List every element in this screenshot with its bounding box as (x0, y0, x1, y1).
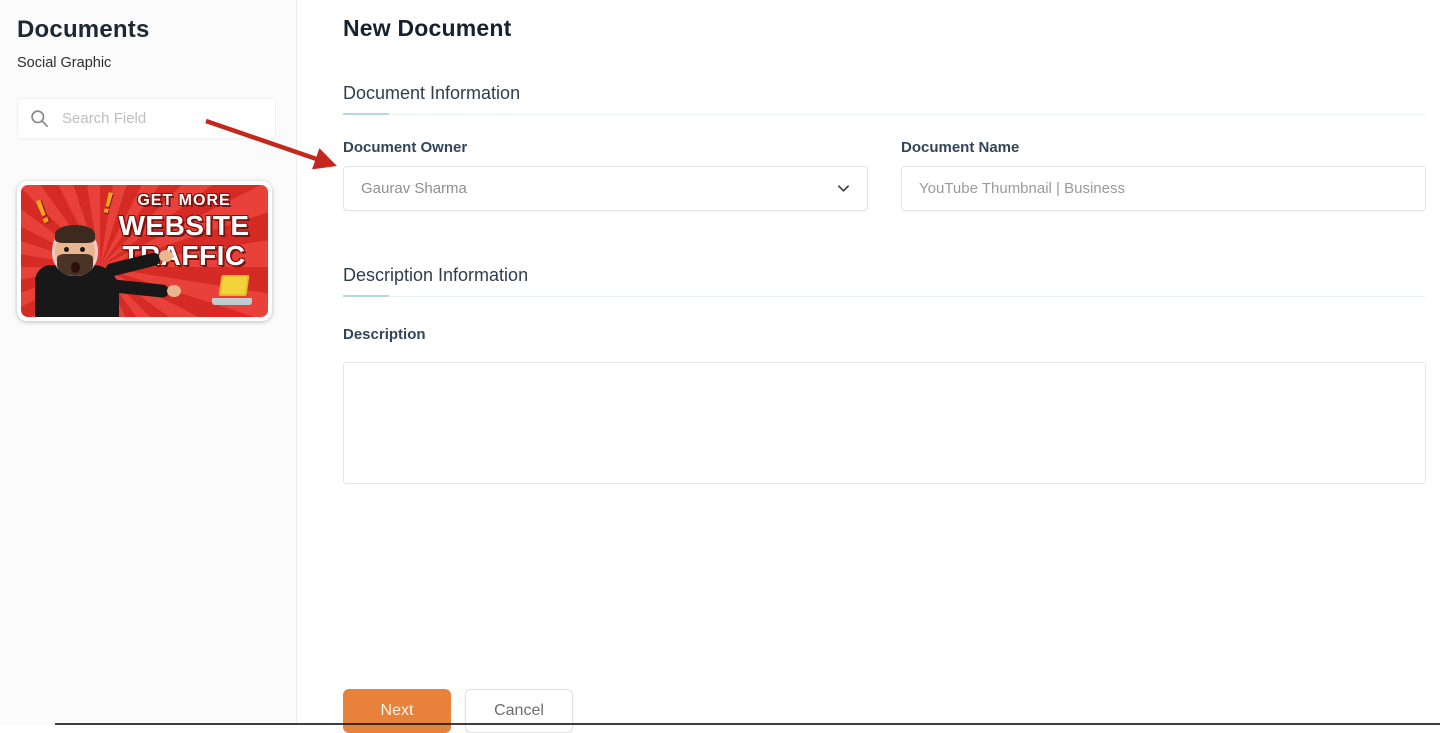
page-title: New Document (343, 15, 1426, 42)
thumbnail-image: ! ! GET MORE WEBSITE TRAFFIC (21, 185, 268, 317)
sidebar-title: Documents (17, 16, 279, 44)
thumbnail-text-line1: GET MORE (108, 193, 260, 209)
sidebar-subtitle: Social Graphic (17, 55, 279, 71)
description-textarea[interactable] (343, 362, 1426, 484)
next-button[interactable]: Next (343, 689, 451, 733)
section-heading-description-information: Description Information (343, 265, 1426, 297)
description-label: Description (343, 326, 1426, 343)
search-field[interactable] (17, 98, 276, 139)
document-owner-label: Document Owner (343, 139, 868, 156)
search-input[interactable] (62, 110, 263, 127)
document-name-input[interactable] (901, 166, 1426, 211)
document-name-label: Document Name (901, 139, 1426, 156)
cancel-button[interactable]: Cancel (465, 689, 573, 733)
search-icon (30, 109, 49, 128)
laptop-icon (212, 275, 252, 305)
section-heading-document-information: Document Information (343, 83, 1426, 115)
thumbnail-man-figure (27, 217, 147, 317)
documents-sidebar: Documents Social Graphic ! ! GET MORE WE… (0, 0, 297, 725)
document-thumbnail-card[interactable]: ! ! GET MORE WEBSITE TRAFFIC (17, 181, 272, 321)
chevron-down-icon (837, 182, 850, 195)
new-document-panel: New Document Document Information Docume… (298, 0, 1440, 725)
document-owner-select[interactable]: Gaurav Sharma (343, 166, 868, 211)
document-owner-value: Gaurav Sharma (361, 180, 467, 197)
